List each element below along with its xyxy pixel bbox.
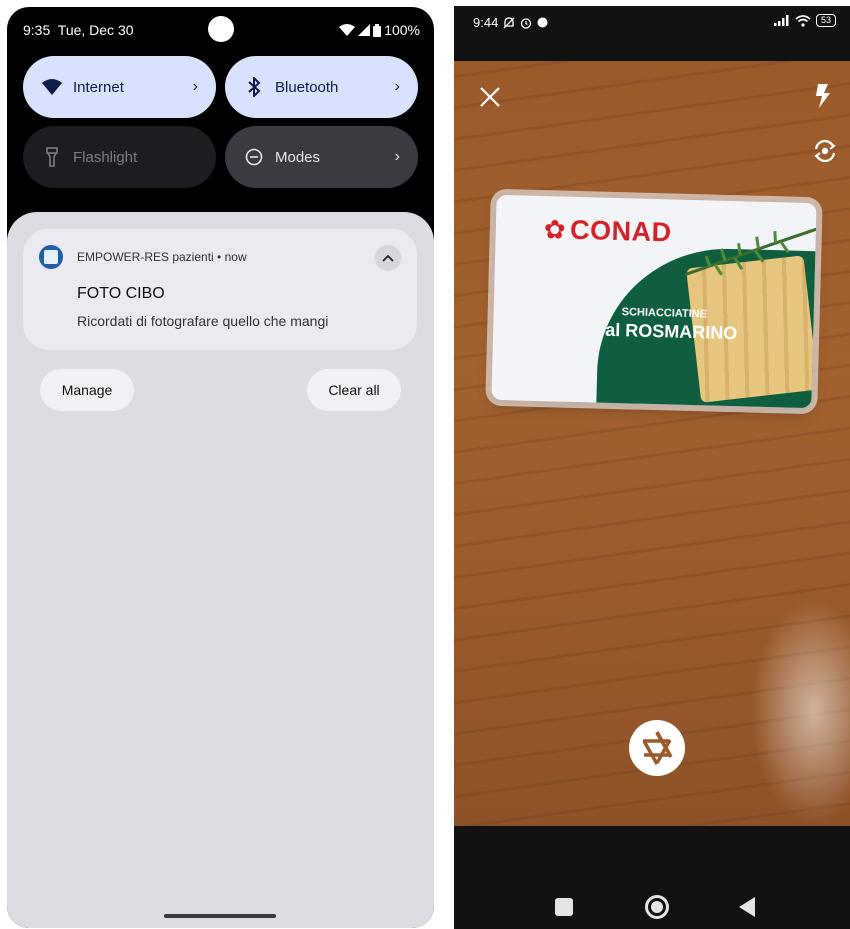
tile-internet-label: Internet — [73, 78, 124, 96]
bluetooth-icon — [243, 76, 265, 98]
shutter-aperture-icon[interactable] — [628, 719, 686, 777]
camera-viewfinder[interactable]: ✿ CONAD SCHIACCIATINE al ROSMARINO — [454, 61, 850, 826]
recents-button[interactable] — [555, 898, 573, 916]
alarm-icon — [521, 17, 532, 29]
wifi-icon — [41, 76, 63, 98]
status-bar-left: 9:44 — [473, 15, 548, 30]
brand-name: CONAD — [569, 214, 673, 248]
wifi-status-icon — [795, 14, 811, 27]
rosemary-illustration — [684, 226, 817, 277]
notification-time: now — [224, 250, 247, 264]
back-button[interactable] — [739, 897, 755, 917]
chevron-right-icon: › — [394, 78, 400, 95]
status-time: 9:35 — [23, 22, 51, 38]
status-bar-right: 100% — [339, 22, 420, 38]
modes-icon — [243, 146, 265, 168]
notification-time-separator: • — [217, 250, 222, 264]
cell-signal-icon — [773, 15, 789, 26]
navigation-bar — [454, 826, 850, 929]
gesture-home-bar[interactable] — [164, 914, 276, 918]
clear-all-button[interactable]: Clear all — [307, 369, 401, 411]
flash-icon[interactable] — [812, 83, 834, 109]
notification-shade-screen: 9:35 Tue, Dec 30 100% Internet › Bluetoo… — [7, 7, 434, 928]
status-bar-right: 53 — [773, 14, 836, 27]
battery-icon — [373, 23, 382, 37]
home-button[interactable] — [645, 895, 669, 919]
status-date: Tue, Dec 30 — [57, 22, 134, 38]
tile-bluetooth[interactable]: Bluetooth › — [225, 56, 418, 118]
tile-modes[interactable]: Modes › — [225, 126, 418, 188]
status-bar-left: 9:35 Tue, Dec 30 — [23, 22, 134, 38]
tile-internet[interactable]: Internet › — [23, 56, 216, 118]
food-package-photo: ✿ CONAD SCHIACCIATINE al ROSMARINO — [491, 194, 817, 409]
switch-camera-icon[interactable] — [812, 138, 838, 164]
notification-area: EMPOWER-RES pazienti • now FOTO CIBO Ric… — [7, 212, 434, 928]
chevron-up-icon — [382, 254, 394, 262]
notification-title: FOTO CIBO — [77, 285, 165, 302]
cell-signal-icon — [358, 24, 371, 36]
manage-button[interactable]: Manage — [40, 369, 134, 411]
tile-flashlight-label: Flashlight — [73, 148, 138, 166]
flashlight-icon — [41, 146, 63, 168]
front-camera-cutout — [208, 16, 234, 42]
chevron-right-icon: › — [394, 148, 400, 165]
tile-bluetooth-label: Bluetooth — [275, 78, 339, 96]
product-line2: al ROSMARINO — [604, 319, 738, 344]
close-icon[interactable] — [476, 83, 504, 111]
wifi-status-icon — [339, 24, 356, 36]
record-dot-icon — [537, 17, 548, 28]
tile-flashlight[interactable]: Flashlight — [23, 126, 216, 188]
battery-level: 53 — [815, 14, 836, 27]
collapse-button[interactable] — [375, 245, 401, 271]
notification-header: EMPOWER-RES pazienti • now — [39, 245, 401, 269]
app-icon — [39, 245, 63, 269]
tile-modes-label: Modes — [275, 148, 321, 166]
flower-logo-icon: ✿ — [543, 214, 567, 245]
chevron-right-icon: › — [192, 78, 198, 95]
product-line1: SCHIACCIATINE — [621, 306, 708, 321]
notification-card[interactable]: EMPOWER-RES pazienti • now FOTO CIBO Ric… — [23, 229, 417, 350]
status-time: 9:44 — [473, 15, 499, 30]
camera-screen: 9:44 53 ✿ CONAD SCHIACCIATINE al ROSMARI… — [454, 6, 850, 929]
mute-bell-icon — [503, 16, 515, 28]
notification-body: Ricordati di fotografare quello che mang… — [77, 313, 329, 329]
battery-percent: 100% — [384, 22, 420, 38]
brand-logo: ✿ CONAD — [543, 214, 672, 248]
notification-app-name: EMPOWER-RES pazienti — [77, 250, 214, 264]
